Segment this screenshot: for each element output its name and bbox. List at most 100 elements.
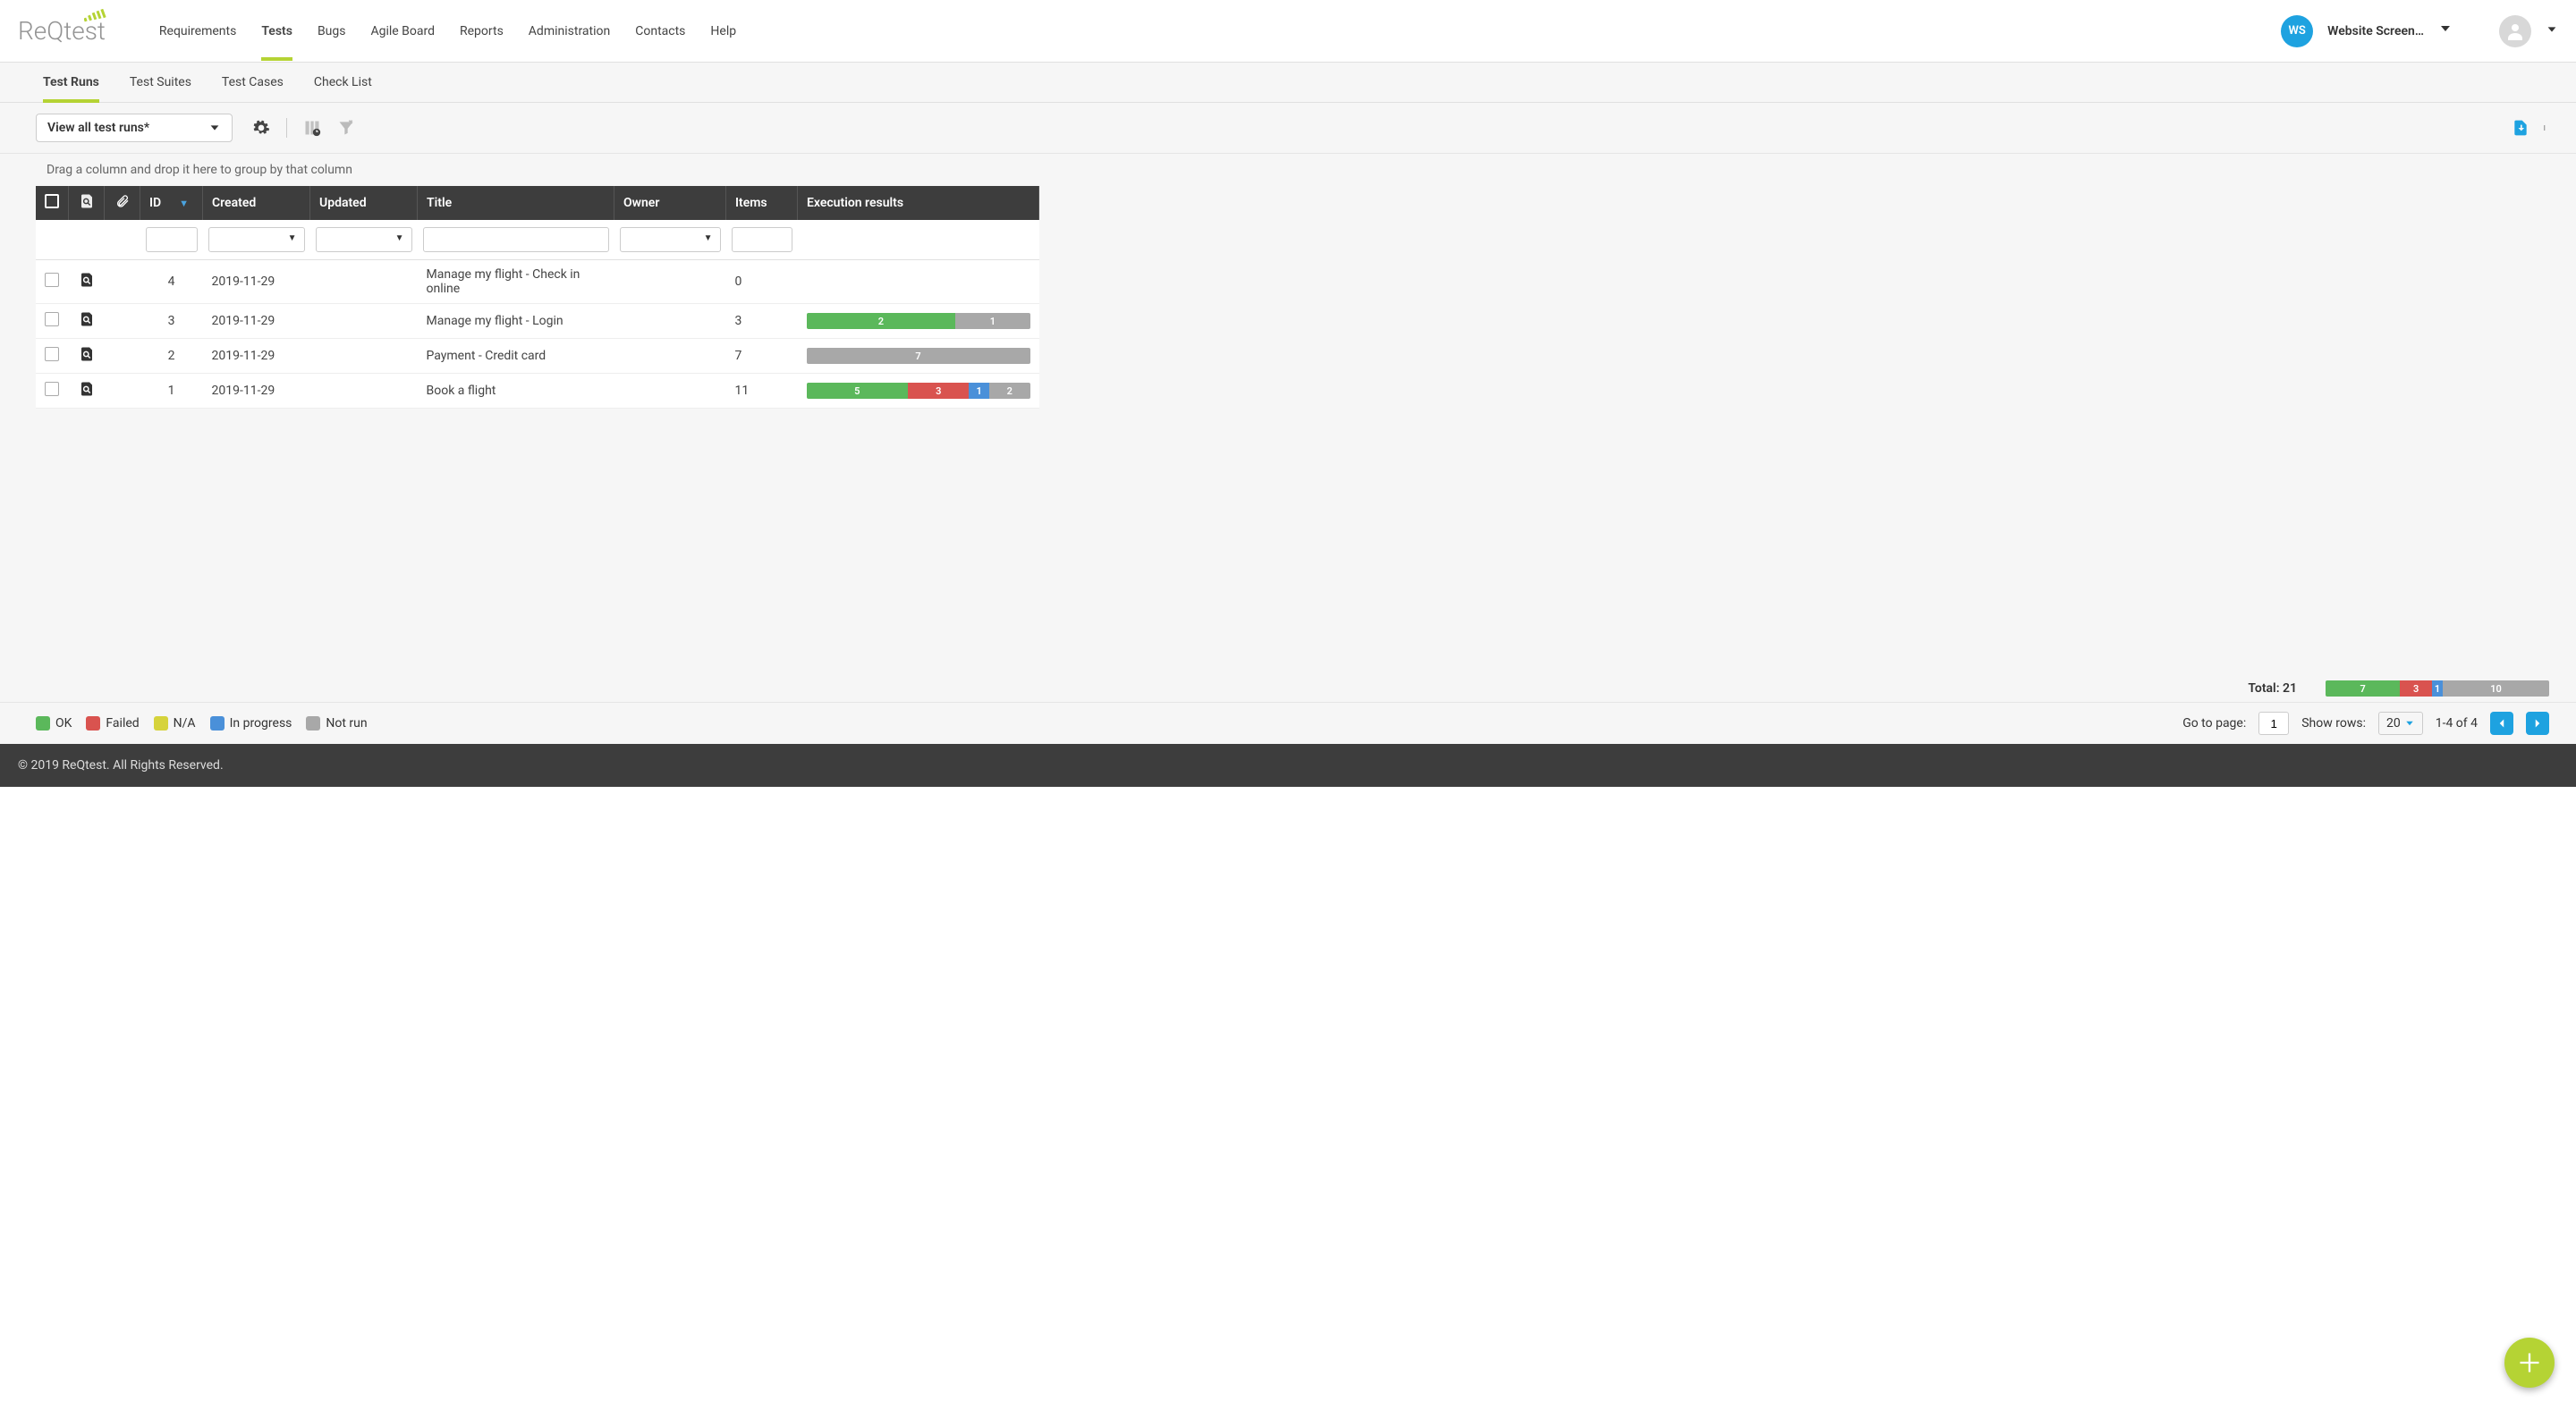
exec-seg-notrun: 7	[807, 348, 1030, 364]
nav-requirements[interactable]: Requirements	[159, 3, 236, 60]
total-seg-notrun: 10	[2443, 680, 2549, 697]
more-vert-icon[interactable]	[2544, 119, 2549, 137]
col-preview[interactable]	[69, 186, 105, 220]
user-dropdown-icon[interactable]	[2546, 21, 2558, 40]
filter-updated-select[interactable]	[316, 227, 412, 252]
column-settings-icon[interactable]	[303, 119, 321, 137]
nav-agile-board[interactable]: Agile Board	[370, 3, 435, 60]
empty-area	[0, 409, 2576, 675]
chevron-down-icon	[208, 122, 221, 134]
total-seg-prog: 1	[2432, 680, 2443, 697]
project-dropdown-icon[interactable]	[2438, 21, 2453, 40]
filter-id-input[interactable]	[146, 227, 198, 252]
preview-icon[interactable]	[79, 272, 95, 288]
nav-bugs[interactable]: Bugs	[318, 3, 346, 60]
show-rows-label: Show rows:	[2301, 716, 2366, 731]
tab-test-runs[interactable]: Test Runs	[43, 75, 99, 102]
separator	[286, 118, 287, 138]
total-seg-ok: 7	[2326, 680, 2400, 697]
test-runs-table: ID▼ Created Updated Title Owner Items Ex…	[36, 186, 1039, 409]
page-range: 1-4 of 4	[2436, 716, 2478, 731]
logo[interactable]: ReQtest	[18, 16, 106, 46]
toolbar-right	[2512, 119, 2549, 137]
magnify-icon	[79, 193, 95, 209]
user-avatar[interactable]	[2499, 15, 2531, 47]
legend-color-na	[154, 716, 168, 731]
legend-color-fail	[86, 716, 100, 731]
legend-na: N/A	[154, 716, 196, 731]
prev-page-button[interactable]	[2490, 712, 2513, 735]
nav-help[interactable]: Help	[710, 3, 736, 60]
toolbar: View all test runs*	[0, 103, 2576, 154]
exec-bar[interactable]: 5312	[807, 383, 1030, 399]
pagination: Go to page: Show rows: 20 1-4 of 4	[2182, 712, 2549, 735]
rows-select[interactable]: 20	[2378, 712, 2423, 735]
view-label: View all test runs*	[47, 121, 149, 135]
legend-color-notrun	[306, 716, 320, 731]
col-id[interactable]: ID▼	[140, 186, 203, 220]
table-row[interactable]: 12019-11-29Book a flight115312	[36, 374, 1039, 409]
exec-seg-notrun: 1	[955, 313, 1030, 329]
row-checkbox[interactable]	[45, 312, 59, 326]
tab-check-list[interactable]: Check List	[314, 75, 372, 102]
workspace-badge[interactable]: WS	[2281, 15, 2313, 47]
project-name[interactable]: Website Screen…	[2327, 24, 2424, 38]
col-created[interactable]: Created	[203, 186, 310, 220]
table-row[interactable]: 22019-11-29Payment - Credit card77	[36, 339, 1039, 374]
col-attachment[interactable]	[105, 186, 140, 220]
filter-clear-icon[interactable]	[337, 119, 355, 137]
filter-title-input[interactable]	[423, 227, 609, 252]
tab-test-suites[interactable]: Test Suites	[130, 75, 191, 102]
logo-accent-icon	[84, 9, 111, 23]
row-checkbox[interactable]	[45, 382, 59, 396]
grouping-hint[interactable]: Drag a column and drop it here to group …	[0, 154, 2576, 186]
gear-icon[interactable]	[252, 119, 270, 137]
table-row[interactable]: 42019-11-29Manage my flight - Check in o…	[36, 260, 1039, 304]
filter-row	[36, 220, 1039, 260]
preview-icon[interactable]	[79, 311, 95, 327]
col-title[interactable]: Title	[418, 186, 614, 220]
table-row[interactable]: 32019-11-29Manage my flight - Login321	[36, 304, 1039, 339]
col-checkbox[interactable]	[36, 186, 69, 220]
filter-items-input[interactable]	[732, 227, 792, 252]
nav-reports[interactable]: Reports	[460, 3, 504, 60]
nav-tests[interactable]: Tests	[261, 3, 292, 60]
legend-ok: OK	[36, 716, 72, 731]
preview-icon[interactable]	[79, 381, 95, 397]
legend-notrun: Not run	[306, 716, 367, 731]
page-input[interactable]	[2258, 712, 2289, 735]
filter-created-select[interactable]	[208, 227, 305, 252]
row-checkbox[interactable]	[45, 347, 59, 361]
exec-bar[interactable]: 7	[807, 348, 1030, 364]
table-container: ID▼ Created Updated Title Owner Items Ex…	[0, 186, 2576, 409]
exec-bar[interactable]: 21	[807, 313, 1030, 329]
select-all-checkbox[interactable]	[45, 194, 59, 208]
sub-tabs: Test Runs Test Suites Test Cases Check List	[0, 63, 2576, 103]
col-items[interactable]: Items	[726, 186, 798, 220]
row-checkbox[interactable]	[45, 273, 59, 287]
preview-icon[interactable]	[79, 346, 95, 362]
col-updated[interactable]: Updated	[310, 186, 418, 220]
tab-test-cases[interactable]: Test Cases	[222, 75, 284, 102]
col-owner[interactable]: Owner	[614, 186, 726, 220]
total-label: Total: 21	[2227, 681, 2297, 696]
copyright-bar: © 2019 ReQtest. All Rights Reserved.	[0, 744, 2576, 787]
nav-administration[interactable]: Administration	[529, 3, 610, 60]
main-header: ReQtest Requirements Tests Bugs Agile Board…	[0, 0, 2576, 63]
total-row: Total: 21 73110	[0, 675, 2576, 702]
view-selector[interactable]: View all test runs*	[36, 114, 233, 142]
plus-icon	[2517, 1350, 2542, 1375]
legend-prog: In progress	[210, 716, 292, 731]
total-exec-bar: 73110	[2326, 680, 2549, 697]
exec-seg-prog: 1	[969, 383, 989, 399]
nav-contacts[interactable]: Contacts	[635, 3, 685, 60]
main-nav: Requirements Tests Bugs Agile Board Reports A…	[159, 3, 2281, 60]
header-right: WS Website Screen…	[2281, 15, 2558, 47]
filter-owner-select[interactable]	[620, 227, 721, 252]
legend-fail: Failed	[86, 716, 139, 731]
col-exec[interactable]: Execution results	[798, 186, 1039, 220]
next-page-button[interactable]	[2526, 712, 2549, 735]
add-fab-button[interactable]	[2504, 1338, 2555, 1388]
sort-indicator-icon: ▼	[179, 198, 189, 209]
export-icon[interactable]	[2512, 119, 2529, 137]
